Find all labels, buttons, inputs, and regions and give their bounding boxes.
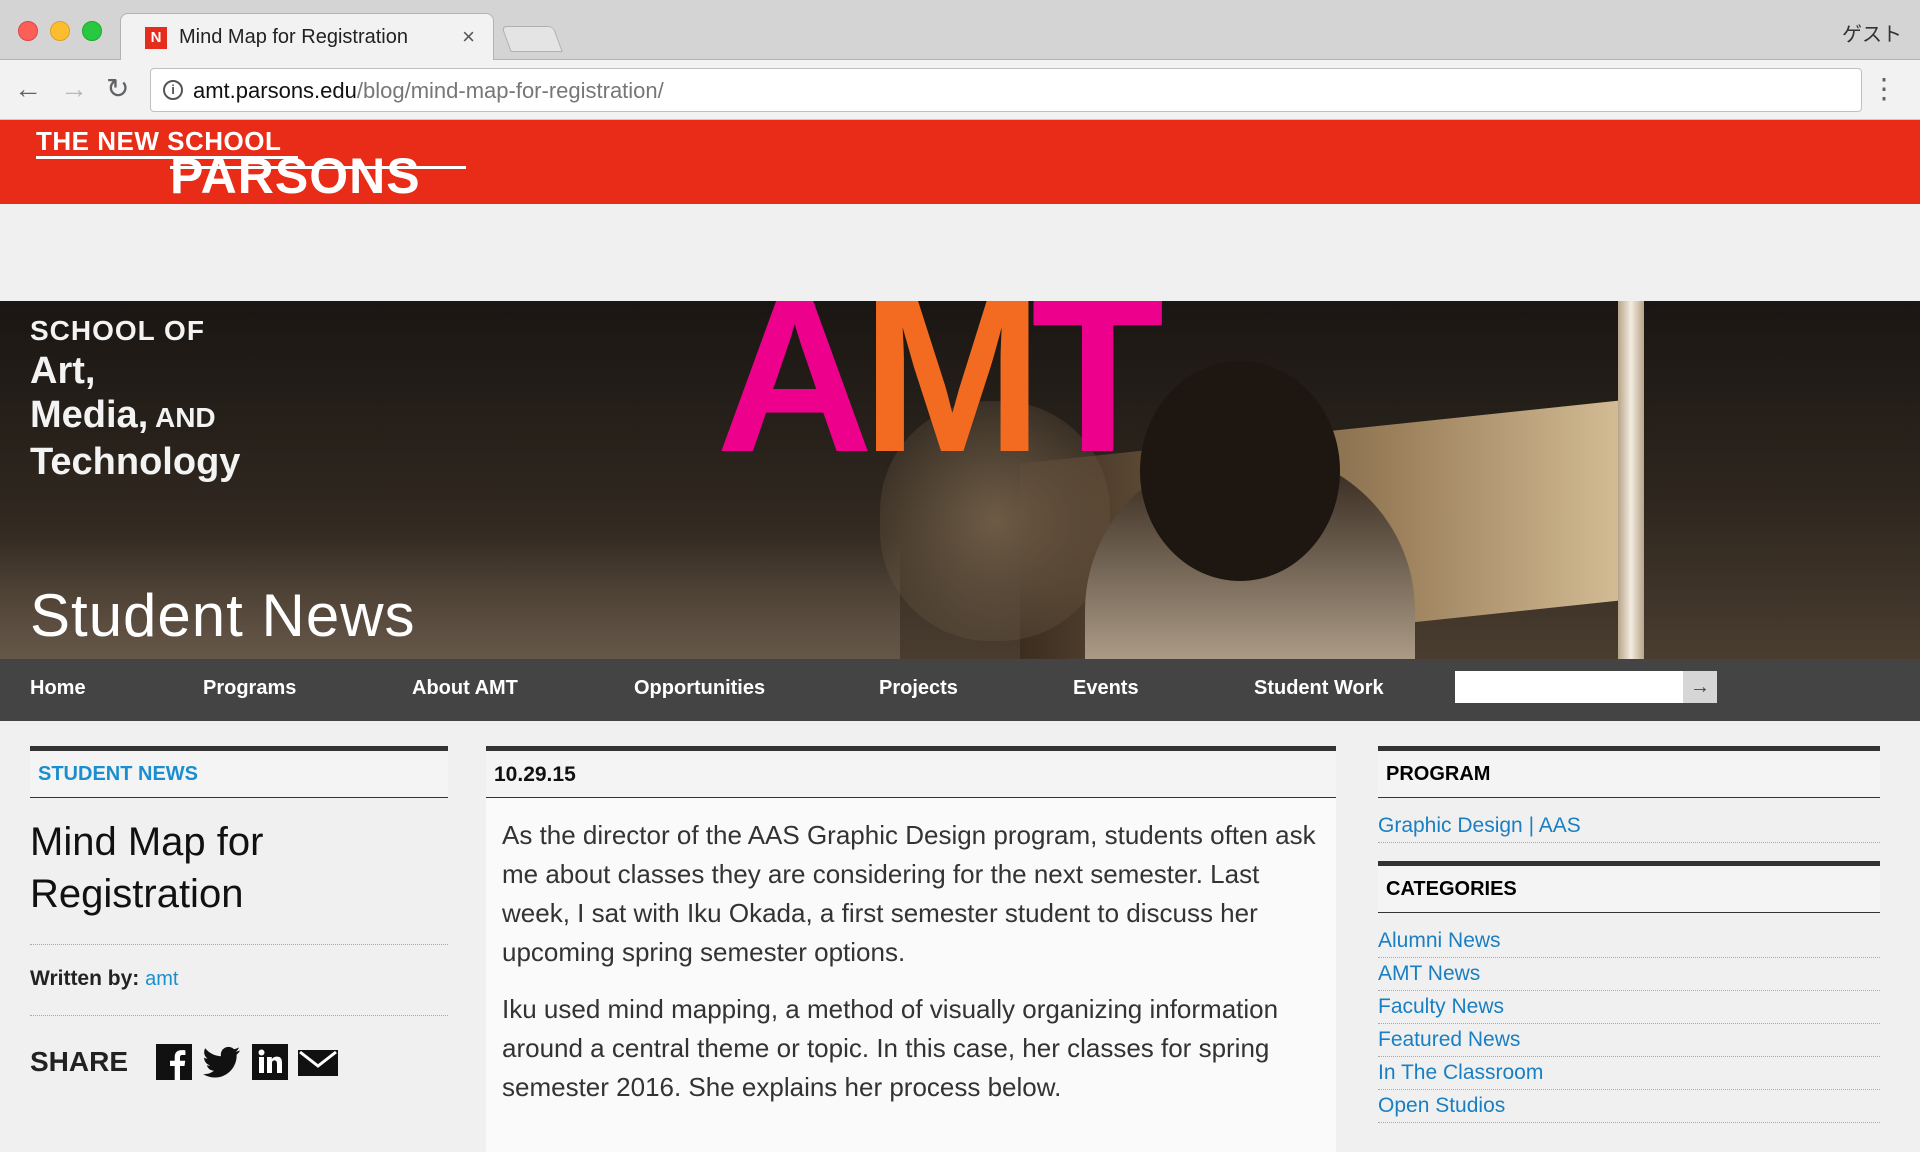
- post-date: 10.29.15: [486, 746, 1336, 798]
- logo-parsons-text: PARSONS: [170, 148, 421, 204]
- nav-about-amt[interactable]: About AMT: [412, 677, 518, 700]
- program-heading: PROGRAM: [1378, 746, 1880, 798]
- author-link[interactable]: amt: [145, 968, 178, 990]
- amt-logo: AMT: [716, 301, 1164, 486]
- url-domain: amt.parsons.edu: [193, 78, 357, 103]
- program-link[interactable]: Graphic Design | AAS: [1378, 810, 1880, 843]
- web-page: THE NEW SCHOOL PARSONS AMT SCHOOL OF Art…: [0, 120, 1920, 1152]
- left-column: STUDENT NEWS Mind Map for Registration W…: [30, 746, 448, 1086]
- hero-title: Student News: [30, 582, 416, 649]
- school-line-media: Media, AND: [30, 393, 240, 440]
- address-bar[interactable]: i amt.parsons.edu/blog/mind-map-for-regi…: [150, 68, 1862, 112]
- new-tab-button[interactable]: [501, 26, 563, 52]
- nav-opportunities[interactable]: Opportunities: [634, 677, 765, 700]
- profile-label[interactable]: ゲスト: [1842, 18, 1902, 47]
- school-media-text: Media,: [30, 394, 149, 436]
- article-paragraph: As the director of the AAS Graphic Desig…: [502, 820, 1316, 967]
- categories-list: Alumni News AMT News Faculty News Featur…: [1378, 925, 1880, 1123]
- categories-section: CATEGORIES Alumni News AMT News Faculty …: [1378, 861, 1880, 1123]
- section-label[interactable]: STUDENT NEWS: [30, 746, 448, 798]
- school-line-art: Art,: [30, 350, 96, 392]
- reload-icon[interactable]: ↻: [106, 72, 129, 106]
- linkedin-icon[interactable]: [252, 1044, 288, 1080]
- school-name: SCHOOL OF Art, Media, AND Technology: [30, 313, 240, 484]
- search-submit-button[interactable]: →: [1683, 671, 1717, 703]
- parsons-favicon-icon: N: [145, 27, 167, 49]
- amt-letter-m: M: [861, 301, 1043, 498]
- category-link-amt-news[interactable]: AMT News: [1378, 958, 1880, 991]
- article-column: 10.29.15 As the director of the AAS Grap…: [486, 746, 1336, 1152]
- facebook-icon[interactable]: [156, 1044, 192, 1080]
- school-and-text: AND: [148, 402, 216, 433]
- right-sidebar: PROGRAM Graphic Design | AAS CATEGORIES …: [1378, 746, 1880, 1123]
- hero-photo-frame: [1618, 301, 1644, 659]
- category-link-open-studios[interactable]: Open Studios: [1378, 1090, 1880, 1123]
- author-line: Written by: amt: [30, 945, 448, 1016]
- program-list: Graphic Design | AAS: [1378, 810, 1880, 843]
- nav-home[interactable]: Home: [30, 677, 86, 700]
- maximize-window-button[interactable]: [82, 21, 102, 41]
- url-text: amt.parsons.edu/blog/mind-map-for-regist…: [193, 78, 664, 104]
- school-line-technology: Technology: [30, 441, 241, 483]
- minimize-window-button[interactable]: [50, 21, 70, 41]
- email-icon[interactable]: [298, 1044, 338, 1080]
- hero-banner: AMT SCHOOL OF Art, Media, AND Technology…: [0, 301, 1920, 659]
- category-link-featured-news[interactable]: Featured News: [1378, 1024, 1880, 1057]
- article-body: As the director of the AAS Graphic Desig…: [486, 798, 1336, 1107]
- nav-events[interactable]: Events: [1073, 677, 1139, 700]
- url-path: /blog/mind-map-for-registration/: [356, 78, 664, 103]
- share-bar: SHARE: [30, 1016, 448, 1086]
- browser-menu-icon[interactable]: ⋮: [1870, 72, 1898, 106]
- post-title: Mind Map for Registration: [30, 798, 448, 945]
- browser-tab-active[interactable]: N Mind Map for Registration ×: [120, 13, 494, 61]
- nav-projects[interactable]: Projects: [879, 677, 958, 700]
- hero-photo-head: [1140, 361, 1340, 581]
- amt-letter-a: A: [716, 301, 873, 498]
- category-link-in-the-classroom[interactable]: In The Classroom: [1378, 1057, 1880, 1090]
- forward-arrow-icon[interactable]: →: [60, 72, 88, 106]
- category-link-alumni-news[interactable]: Alumni News: [1378, 925, 1880, 958]
- amt-letter-t: T: [1031, 301, 1164, 498]
- site-header-bar: THE NEW SCHOOL PARSONS: [0, 120, 1920, 204]
- nav-programs[interactable]: Programs: [203, 677, 296, 700]
- main-nav: Home Programs About AMT Opportunities Pr…: [0, 659, 1920, 721]
- written-by-label: Written by:: [30, 967, 140, 990]
- browser-tab-bar: N Mind Map for Registration × ゲスト: [0, 0, 1920, 61]
- close-window-button[interactable]: [18, 21, 38, 41]
- nav-student-work[interactable]: Student Work: [1254, 677, 1384, 700]
- search-input[interactable]: [1455, 671, 1683, 703]
- twitter-icon[interactable]: [202, 1044, 242, 1080]
- browser-toolbar: ← → ↻ i amt.parsons.edu/blog/mind-map-fo…: [0, 60, 1920, 120]
- category-link-faculty-news[interactable]: Faculty News: [1378, 991, 1880, 1024]
- site-info-icon[interactable]: i: [163, 80, 183, 100]
- school-of-label: SCHOOL OF: [30, 315, 205, 346]
- tab-close-icon[interactable]: ×: [462, 24, 475, 50]
- article-paragraph: Iku used mind mapping, a method of visua…: [502, 994, 1279, 1102]
- tab-title: Mind Map for Registration: [179, 26, 408, 48]
- share-label: SHARE: [30, 1046, 129, 1077]
- back-arrow-icon[interactable]: ←: [14, 72, 42, 106]
- categories-heading: CATEGORIES: [1378, 861, 1880, 913]
